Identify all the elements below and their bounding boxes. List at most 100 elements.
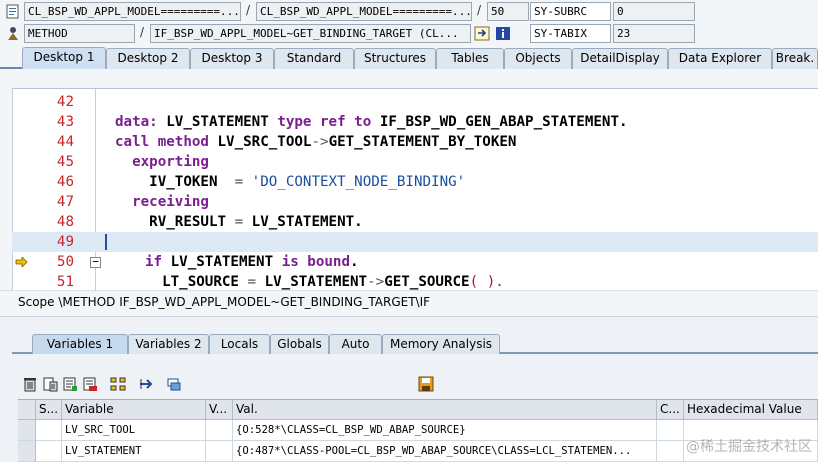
tab-objects[interactable]: Objects: [504, 48, 572, 69]
code-token: IF_BSP_WD_GEN_ABAP_STATEMENT.: [371, 114, 628, 130]
code-line[interactable]: 45 exporting: [12, 152, 818, 172]
tab-desktop-1[interactable]: Desktop 1: [22, 47, 106, 69]
separator: /: [477, 3, 482, 17]
navigate-icon[interactable]: [138, 376, 154, 392]
column-header-s[interactable]: S...: [36, 400, 62, 420]
keyword-token: receiving: [115, 194, 209, 210]
line-field[interactable]: 50: [487, 2, 529, 21]
info-row-event: METHOD / IF_BSP_WD_APPL_MODEL~GET_BINDIN…: [0, 23, 818, 45]
code-token: LV_STATEMENT: [157, 114, 278, 130]
column-header-value[interactable]: Val.: [233, 400, 657, 420]
sysfield-name-2[interactable]: SY-TABIX: [530, 24, 611, 43]
line-number: 50: [56, 254, 74, 270]
method-icon: [8, 27, 18, 40]
tab-locals[interactable]: Locals: [209, 334, 270, 354]
source-code-editor[interactable]: 42 43 data: LV_STATEMENT type ref to IF_BS…: [12, 88, 818, 290]
table-cell-c: [657, 441, 684, 462]
code-token: ->: [311, 134, 329, 150]
text-cursor: [105, 234, 107, 250]
keyword-token: is bound: [281, 254, 351, 270]
separator: /: [246, 3, 251, 17]
separator: /: [140, 25, 145, 39]
code-token: =: [247, 274, 257, 290]
delete-all-icon[interactable]: [42, 376, 58, 392]
object-icon[interactable]: [166, 376, 182, 392]
code-text: data: LV_STATEMENT type ref to IF_BSP_WD…: [115, 112, 628, 132]
code-token: =: [234, 214, 244, 230]
code-text: call method LV_SRC_TOOL->GET_STATEMENT_B…: [115, 132, 516, 152]
code-line[interactable]: 42: [12, 92, 818, 112]
info-icon[interactable]: [495, 26, 511, 41]
current-statement-arrow-icon: [15, 257, 28, 267]
table-cell-status: [36, 441, 62, 462]
line-number: 48: [56, 214, 74, 230]
code-line[interactable]: 50 − if LV_STATEMENT is bound.: [12, 252, 818, 272]
code-text: if LV_STATEMENT is bound.: [145, 252, 359, 272]
column-header-hex[interactable]: Hexadecimal Value: [684, 400, 818, 420]
line-number: 42: [56, 94, 74, 110]
string-token: 'DO_CONTEXT_NODE_BINDING': [243, 174, 466, 190]
event-type-field[interactable]: METHOD: [24, 24, 135, 43]
tab-variables-2[interactable]: Variables 2: [128, 334, 209, 354]
tab-data-explorer[interactable]: Data Explorer: [668, 48, 772, 69]
delete-icon[interactable]: [22, 376, 38, 392]
line-number: 44: [56, 134, 74, 150]
hierarchy-icon[interactable]: [110, 376, 126, 392]
code-token: LV_STATEMENT: [256, 274, 368, 290]
line-number: 46: [56, 174, 74, 190]
code-line[interactable]: 46 IV_TOKEN = 'DO_CONTEXT_NODE_BINDING': [12, 172, 818, 192]
tab-auto[interactable]: Auto: [329, 334, 382, 354]
code-text: IV_TOKEN = 'DO_CONTEXT_NODE_BINDING': [115, 172, 465, 192]
column-header-variable[interactable]: Variable: [62, 400, 206, 420]
column-header-select[interactable]: [18, 400, 36, 420]
variables-toolbar: [18, 376, 818, 394]
fold-toggle-icon[interactable]: −: [90, 256, 101, 268]
event-field[interactable]: IF_BSP_WD_APPL_MODEL~GET_BINDING_TARGET …: [150, 24, 471, 43]
desktop-tab-strip: Desktop 1 Desktop 2 Desktop 3 Standard S…: [0, 45, 818, 69]
sysfield-value-1[interactable]: 0: [613, 2, 695, 21]
code-token: LV_STATEMENT: [162, 254, 282, 270]
row-selector[interactable]: [18, 441, 36, 462]
keyword-token: data:: [115, 114, 158, 130]
code-line[interactable]: 51 LT_SOURCE = LV_STATEMENT->GET_SOURCE(…: [12, 272, 818, 290]
keyword-token: call method: [115, 134, 209, 150]
column-header-v[interactable]: V...: [206, 400, 233, 420]
tab-desktop-2[interactable]: Desktop 2: [106, 48, 190, 69]
code-line[interactable]: 43 data: LV_STATEMENT type ref to IF_BSP_…: [12, 112, 818, 132]
line-number: 47: [56, 194, 74, 210]
table-cell-v: [206, 441, 233, 462]
keyword-token: exporting: [115, 154, 209, 170]
tab-desktop-3[interactable]: Desktop 3: [190, 48, 274, 69]
save-icon[interactable]: [418, 376, 434, 392]
code-line[interactable]: 44 call method LV_SRC_TOOL->GET_STATEMENT…: [12, 132, 818, 152]
line-number: 43: [56, 114, 74, 130]
tab-memory-analysis[interactable]: Memory Analysis: [382, 334, 500, 354]
row-selector[interactable]: [18, 420, 36, 441]
sysfield-value-2[interactable]: 23: [613, 24, 695, 43]
code-token: ( ).: [469, 274, 504, 290]
navigate-icon[interactable]: [474, 26, 490, 41]
program-icon: [6, 4, 19, 19]
program-field[interactable]: CL_BSP_WD_APPL_MODEL=========...: [24, 2, 241, 21]
table-cell-variable[interactable]: LV_STATEMENT: [62, 441, 206, 462]
table-cell-variable[interactable]: LV_SRC_TOOL: [62, 420, 206, 441]
code-token: GET_SOURCE: [384, 274, 470, 290]
tab-globals[interactable]: Globals: [270, 334, 329, 354]
tab-tables[interactable]: Tables: [436, 48, 504, 69]
tab-breakpoints[interactable]: Break.: [772, 48, 818, 69]
line-number: 49: [56, 234, 74, 250]
table-cell-value[interactable]: {O:487*\CLASS-POOL=CL_BSP_WD_ABAP_SOURCE…: [233, 441, 657, 462]
sysfield-name-1[interactable]: SY-SUBRC: [530, 2, 611, 21]
code-line[interactable]: 48 RV_RESULT = LV_STATEMENT.: [12, 212, 818, 232]
tab-standard[interactable]: Standard: [274, 48, 354, 69]
tab-structures[interactable]: Structures: [354, 48, 436, 69]
code-line[interactable]: 47 receiving: [12, 192, 818, 212]
table-cell-value[interactable]: {O:528*\CLASS=CL_BSP_WD_ABAP_SOURCE}: [233, 420, 657, 441]
export-icon[interactable]: [82, 376, 98, 392]
tab-detail-display[interactable]: DetailDisplay: [572, 48, 668, 69]
tab-variables-1[interactable]: Variables 1: [32, 334, 128, 354]
column-header-c[interactable]: C...: [657, 400, 684, 420]
import-icon[interactable]: [62, 376, 78, 392]
code-line[interactable]: 49: [12, 232, 818, 252]
include-field[interactable]: CL_BSP_WD_APPL_MODEL=========...: [256, 2, 472, 21]
